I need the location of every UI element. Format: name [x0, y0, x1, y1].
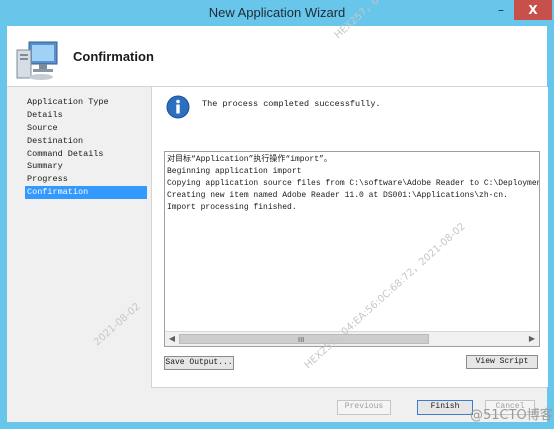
minimize-button[interactable]: –	[488, 0, 514, 20]
view-script-button[interactable]: View Script	[466, 355, 538, 369]
scrollbar-grip: III	[298, 336, 305, 344]
wizard-header: Confirmation	[7, 26, 547, 86]
log-line: Import processing finished.	[167, 203, 297, 212]
output-log-lines: 对目标“Application”执行操作“import”。 Beginning …	[167, 154, 540, 214]
nav-step-application-type[interactable]: Application Type	[25, 96, 147, 109]
window-title: New Application Wizard	[208, 5, 346, 20]
blog-logo-watermark: @51CTO博客	[470, 408, 553, 423]
scroll-left-icon[interactable]: ◀	[165, 332, 179, 346]
log-line: Beginning application import	[167, 167, 302, 176]
page-title: Confirmation	[73, 49, 154, 64]
nav-step-destination[interactable]: Destination	[25, 135, 147, 148]
info-icon	[166, 95, 190, 119]
wizard-window: New Application Wizard – X Confirmation …	[0, 0, 554, 429]
scrollbar-thumb[interactable]: III	[179, 334, 429, 344]
nav-step-command-details[interactable]: Command Details	[25, 148, 147, 161]
nav-step-summary[interactable]: Summary	[25, 160, 147, 173]
close-button[interactable]: X	[514, 0, 552, 20]
nav-step-progress[interactable]: Progress	[25, 173, 147, 186]
save-output-button[interactable]: Save Output...	[164, 356, 234, 370]
scroll-right-icon[interactable]: ▶	[525, 332, 539, 346]
title-bar[interactable]: New Application Wizard – X	[0, 0, 554, 26]
wizard-steps-nav: Application Type Details Source Destinat…	[25, 96, 147, 200]
previous-button[interactable]: Previous	[337, 400, 391, 415]
footer-divider	[151, 387, 547, 388]
confirmation-panel: The process completed successfully. 对目标“…	[151, 87, 548, 387]
nav-step-confirmation[interactable]: Confirmation	[25, 186, 147, 200]
horizontal-scrollbar[interactable]: ◀ III ▶	[165, 331, 539, 346]
nav-step-details[interactable]: Details	[25, 109, 147, 122]
log-line: 对目标“Application”执行操作“import”。	[167, 155, 332, 164]
finish-button[interactable]: Finish	[417, 400, 473, 415]
nav-step-source[interactable]: Source	[25, 122, 147, 135]
log-line: Copying application source files from C:…	[167, 179, 540, 188]
log-line: Creating new item named Adobe Reader 11.…	[167, 191, 508, 200]
output-log-box[interactable]: 对目标“Application”执行操作“import”。 Beginning …	[164, 151, 540, 347]
status-message: The process completed successfully.	[202, 99, 381, 109]
computer-icon	[16, 41, 58, 80]
wizard-client-area: Confirmation Application Type Details So…	[7, 26, 548, 422]
